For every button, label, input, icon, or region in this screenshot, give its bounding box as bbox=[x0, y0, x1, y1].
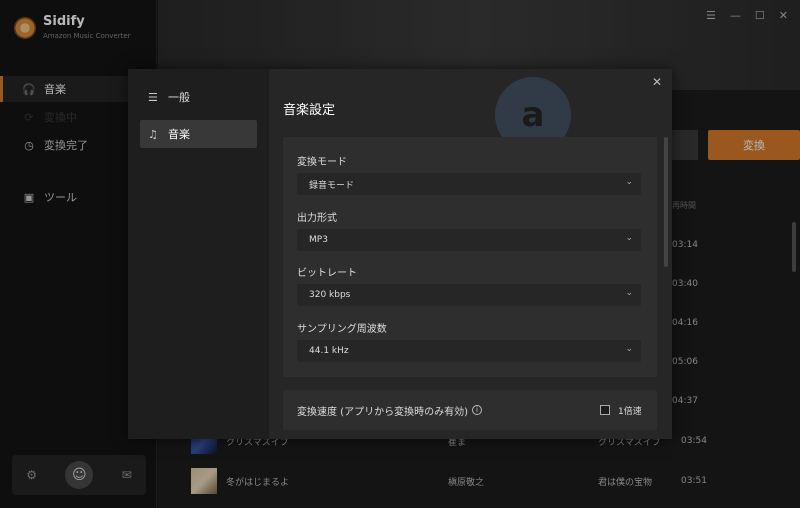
music-settings-panel: 変換モード 録音モード ⌄ 出力形式 MP3 ⌄ ビットレート 320 kbps… bbox=[283, 137, 657, 377]
output-format-label: 出力形式 bbox=[297, 213, 337, 224]
chevron-down-icon: ⌄ bbox=[625, 288, 633, 298]
output-format-select[interactable]: MP3 ⌄ bbox=[297, 229, 641, 251]
conversion-speed-panel: 変換速度 (アプリから変換時のみ有効) i 1倍速 bbox=[283, 390, 657, 430]
settings-tab-label: 一般 bbox=[168, 91, 190, 104]
chevron-down-icon: ⌄ bbox=[625, 177, 633, 187]
app-window: Sidify Amazon Music Converter 🎧 音楽 ⟳ 変換中… bbox=[0, 0, 800, 508]
settings-nav: ☰ 一般 ♫ 音楽 bbox=[128, 69, 269, 439]
info-icon[interactable]: i bbox=[471, 405, 482, 415]
sample-rate-select[interactable]: 44.1 kHz ⌄ bbox=[297, 340, 641, 362]
speed-option-label: 1倍速 bbox=[618, 407, 642, 417]
conversion-mode-label: 変換モード bbox=[297, 157, 347, 168]
chevron-down-icon: ⌄ bbox=[625, 344, 633, 354]
bitrate-label: ビットレート bbox=[297, 268, 357, 279]
sliders-icon: ☰ bbox=[148, 90, 158, 104]
settings-title: 音楽設定 bbox=[283, 103, 336, 118]
settings-dialog: ☰ 一般 ♫ 音楽 a ✕ 音楽設定 変換モード 録音モード ⌄ 出力形式 MP… bbox=[128, 69, 672, 439]
close-icon[interactable]: ✕ bbox=[652, 75, 662, 89]
conversion-speed-label: 変換速度 (アプリから変換時のみ有効) bbox=[297, 406, 468, 418]
chevron-down-icon: ⌄ bbox=[625, 233, 633, 243]
speed-checkbox[interactable] bbox=[600, 405, 610, 415]
bitrate-select[interactable]: 320 kbps ⌄ bbox=[297, 284, 641, 306]
settings-content: a ✕ 音楽設定 変換モード 録音モード ⌄ 出力形式 MP3 ⌄ ビットレート… bbox=[269, 69, 672, 439]
music-note-icon: ♫ bbox=[148, 127, 158, 141]
settings-tab-general[interactable]: ☰ 一般 bbox=[140, 83, 257, 111]
conversion-mode-select[interactable]: 録音モード ⌄ bbox=[297, 173, 641, 195]
settings-tab-music[interactable]: ♫ 音楽 bbox=[140, 120, 257, 148]
sample-rate-label: サンプリング周波数 bbox=[297, 324, 387, 335]
settings-tab-label: 音楽 bbox=[168, 128, 190, 141]
settings-scrollbar[interactable] bbox=[664, 137, 668, 267]
